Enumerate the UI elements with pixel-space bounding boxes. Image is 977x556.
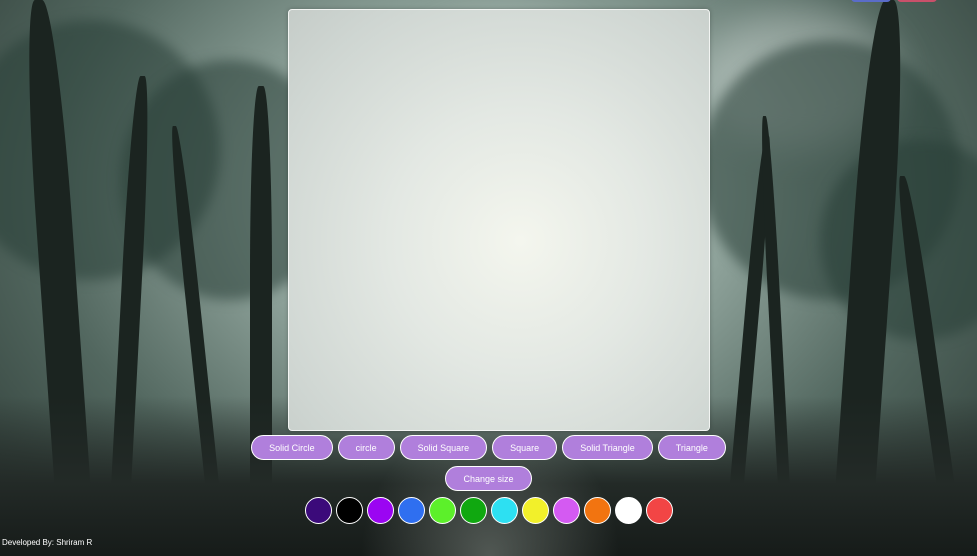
drawing-canvas[interactable]	[288, 9, 710, 431]
color-swatch-green[interactable]	[459, 497, 487, 524]
triangle-button[interactable]: Triangle	[657, 435, 726, 460]
color-swatch-purple[interactable]	[366, 497, 394, 524]
circle-button[interactable]: circle	[337, 435, 395, 460]
solid-circle-button[interactable]: Solid Circle	[251, 435, 333, 460]
change-size-button[interactable]: Change size	[445, 466, 532, 491]
solid-triangle-button[interactable]: Solid Triangle	[562, 435, 653, 460]
shape-button-row: Solid Circle circle Solid Square Square …	[0, 435, 977, 460]
solid-square-button[interactable]: Solid Square	[399, 435, 488, 460]
color-swatch-white[interactable]	[614, 497, 642, 524]
color-swatch-magenta[interactable]	[552, 497, 580, 524]
top-button-blue[interactable]	[851, 0, 891, 2]
color-swatch-lime[interactable]	[428, 497, 456, 524]
size-button-row: Change size	[0, 466, 977, 491]
color-swatch-dark-purple[interactable]	[304, 497, 332, 524]
color-swatch-blue[interactable]	[397, 497, 425, 524]
top-button-red[interactable]	[897, 0, 937, 2]
color-swatch-cyan[interactable]	[490, 497, 518, 524]
color-swatch-black[interactable]	[335, 497, 363, 524]
developer-credit: Developed By: Shriram R	[2, 538, 93, 547]
color-swatch-orange[interactable]	[583, 497, 611, 524]
color-palette	[0, 497, 977, 524]
color-swatch-red[interactable]	[645, 497, 673, 524]
square-button[interactable]: Square	[492, 435, 558, 460]
color-swatch-yellow[interactable]	[521, 497, 549, 524]
top-corner-buttons	[851, 0, 937, 2]
